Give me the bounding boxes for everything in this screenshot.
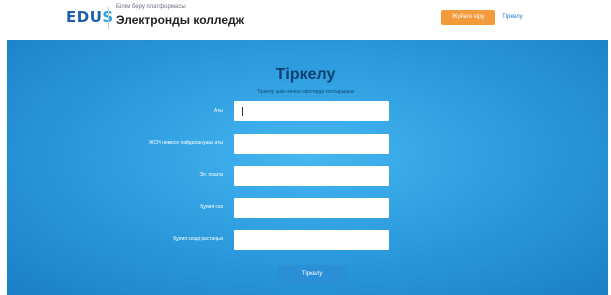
- login-button[interactable]: Жүйеге кіру: [441, 10, 495, 25]
- password-label: Құпия сөз: [200, 204, 223, 210]
- name-label: Аты: [213, 108, 223, 114]
- brand-title: Электронды колледж: [116, 13, 245, 27]
- confirm-password-label: Құпия сөзді растаңыз: [173, 236, 223, 242]
- password-input[interactable]: [234, 198, 389, 218]
- email-label: Эл. пошта: [199, 172, 223, 178]
- form-subtitle: Тіркелу үшін келесі өрістерді толтырыңыз: [257, 89, 354, 95]
- logo-divider: [108, 7, 109, 29]
- form-title: Тіркелу: [275, 66, 336, 83]
- brand-subtitle: Білім беру платформасы: [116, 4, 186, 10]
- confirm-password-input[interactable]: [234, 230, 389, 250]
- email-input[interactable]: [234, 166, 389, 186]
- header: EDUS Білім беру платформасы Электронды к…: [0, 0, 611, 38]
- iin-username-label: ЖСН немесе пайдаланушы аты: [148, 140, 223, 146]
- edus-logo[interactable]: EDUS: [66, 8, 114, 26]
- register-link[interactable]: Тіркелу: [502, 10, 523, 25]
- text-caret: [242, 107, 243, 116]
- register-submit-button[interactable]: Тіркелу: [277, 265, 347, 284]
- name-input[interactable]: [234, 101, 389, 121]
- iin-username-input[interactable]: [234, 134, 389, 154]
